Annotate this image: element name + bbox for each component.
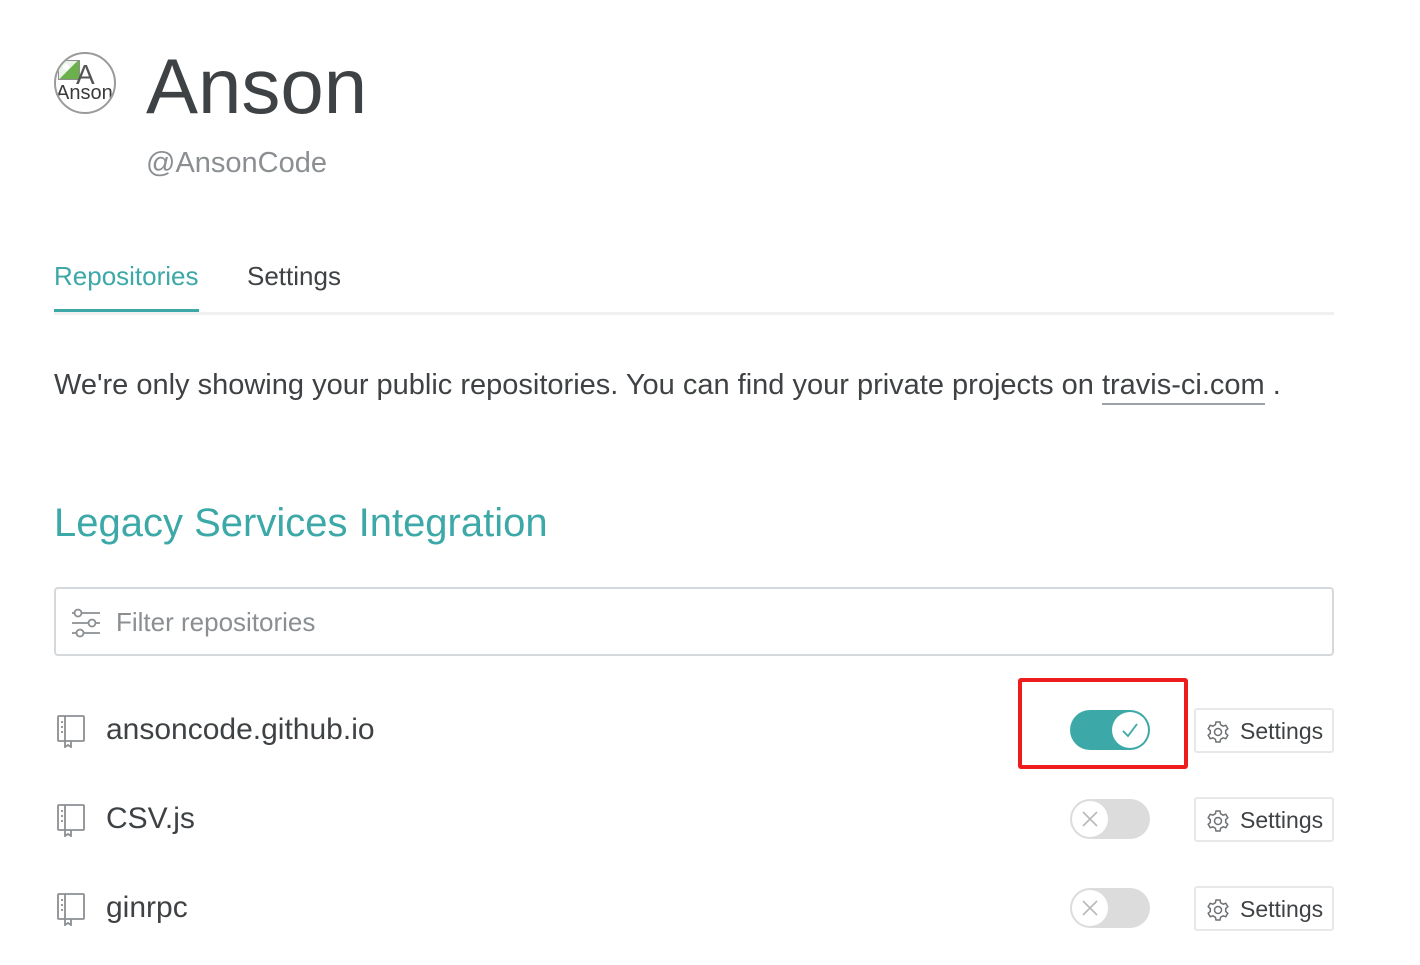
repo-row: CSV.js Settings: [54, 789, 1334, 849]
notice-suffix: .: [1264, 369, 1281, 401]
profile-name: Anson: [146, 42, 368, 130]
avatar: A Anson: [54, 52, 116, 114]
repo-name[interactable]: ansoncode.github.io: [106, 708, 375, 752]
settings-button-label: Settings: [1240, 896, 1324, 922]
section-title: Legacy Services Integration: [54, 501, 548, 545]
travis-ci-com-link[interactable]: travis-ci.com: [1101, 369, 1265, 405]
repo-name[interactable]: ginrpc: [106, 886, 188, 930]
tab-repositories[interactable]: Repositories: [54, 256, 199, 312]
repo-name[interactable]: CSV.js: [106, 797, 195, 841]
repo-book-icon: [57, 893, 85, 926]
gear-icon: [1207, 810, 1229, 832]
repo-book-icon: [57, 804, 85, 837]
gear-icon: [1207, 721, 1229, 743]
repo-activation-toggle[interactable]: [1070, 799, 1150, 839]
filter-box: [54, 587, 1334, 656]
sliders-icon: [72, 608, 100, 638]
repo-book-icon: [57, 715, 85, 748]
notice-text: We're only showing your public repositor…: [54, 369, 1102, 401]
profile-tabs: Repositories Settings: [54, 256, 1334, 315]
tab-settings[interactable]: Settings: [247, 256, 341, 296]
settings-button-label: Settings: [1240, 807, 1324, 833]
toggle-knob: [1072, 801, 1108, 837]
public-repos-notice: We're only showing your public repositor…: [54, 362, 1281, 408]
close-icon: [1082, 900, 1098, 916]
profile-handle: @AnsonCode: [146, 147, 327, 179]
repo-row: ginrpc Settings: [54, 878, 1334, 938]
toggle-knob: [1112, 712, 1148, 748]
repo-settings-button[interactable]: Settings: [1194, 708, 1334, 753]
repo-settings-button[interactable]: Settings: [1194, 797, 1334, 842]
avatar-alt-text: Anson: [56, 82, 113, 104]
repo-activation-toggle[interactable]: [1070, 710, 1150, 750]
close-icon: [1082, 811, 1098, 827]
repo-row: ansoncode.github.io Settings: [54, 700, 1334, 760]
gear-icon: [1207, 899, 1229, 921]
repo-settings-button[interactable]: Settings: [1194, 886, 1334, 931]
repo-activation-toggle[interactable]: [1070, 888, 1150, 928]
toggle-knob: [1072, 890, 1108, 926]
filter-repositories-input[interactable]: [114, 597, 1318, 647]
check-icon: [1122, 723, 1138, 738]
settings-button-label: Settings: [1240, 718, 1324, 744]
